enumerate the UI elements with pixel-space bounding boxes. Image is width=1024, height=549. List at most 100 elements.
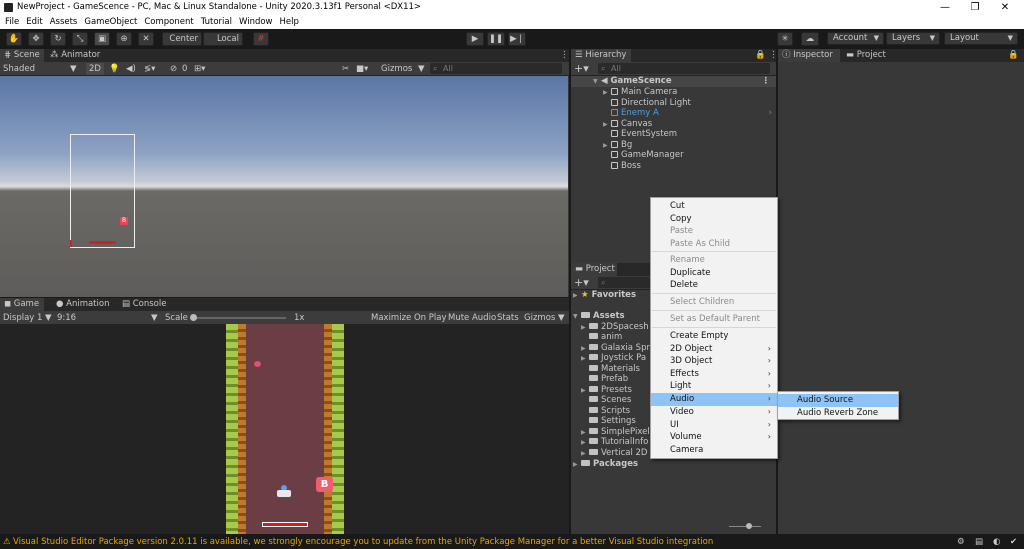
folder-row[interactable]: ▶ Presets [571, 385, 632, 396]
folder-row[interactable]: Scripts [571, 406, 630, 417]
scene-root-row[interactable]: ▼ ◀ GameScence ⋮ [571, 76, 776, 87]
menu-item-create-empty[interactable]: Create Empty [651, 330, 777, 343]
hierarchy-search-input[interactable]: ⌕ All [598, 63, 770, 74]
icon-size-slider-thumb[interactable] [746, 523, 752, 529]
rect-tool-icon[interactable]: ▣ [94, 32, 110, 46]
hierarchy-item[interactable]: EventSystem [571, 129, 677, 140]
menu-window[interactable]: Window [239, 17, 273, 27]
tab-inspector[interactable]: ⓘ Inspector [778, 49, 840, 62]
scene-viewport[interactable]: B [0, 76, 568, 297]
game-gizmos-dropdown[interactable]: Gizmos [524, 312, 555, 324]
kebab-menu-icon[interactable]: ⋮ [762, 76, 771, 87]
account-dropdown[interactable]: Account ▼ [827, 32, 884, 45]
menu-help[interactable]: Help [280, 17, 299, 27]
hierarchy-item[interactable]: GameManager [571, 150, 684, 161]
tab-animation[interactable]: ● Animation [52, 298, 112, 311]
minimize-button[interactable]: — [936, 0, 954, 15]
project-search-input[interactable]: ⌕ [598, 277, 650, 288]
camera-icon[interactable]: ■▾ [356, 63, 368, 75]
close-button[interactable]: ✕ [996, 0, 1014, 15]
play-button[interactable]: ▶ [466, 32, 484, 46]
progress-icon[interactable]: ◐ [993, 535, 1000, 549]
menu-item-audio-reverb-zone[interactable]: Audio Reverb Zone [778, 407, 898, 420]
player-ship-sprite[interactable] [277, 485, 291, 499]
cloud-icon[interactable]: ☁ [801, 32, 819, 46]
aspect-dropdown[interactable]: 9:16 [57, 312, 76, 324]
bug-icon[interactable]: ⚙ [957, 535, 965, 549]
shading-dropdown[interactable]: Shaded [3, 63, 35, 75]
boss-sprite[interactable]: B [120, 217, 128, 225]
favorites-row[interactable]: ▶ ★ Favorites [571, 290, 636, 301]
folder-row[interactable]: ▶ TutorialInfo [571, 437, 648, 448]
health-bar-sprite[interactable] [89, 241, 116, 244]
display-dropdown[interactable]: Display 1 [3, 312, 42, 324]
menu-item-volume[interactable]: Volume › [651, 431, 777, 444]
layers-dropdown[interactable]: Layers ▼ [886, 32, 940, 45]
menu-item-audio[interactable]: Audio › [651, 393, 777, 406]
hidden-objects-icon[interactable]: ⊘ [170, 63, 177, 75]
add-icon[interactable]: +▾ [574, 277, 589, 289]
2d-toggle[interactable]: 2D [86, 63, 104, 75]
kebab-menu-icon[interactable]: ⋮ [765, 49, 778, 62]
menu-item-light[interactable]: Light › [651, 380, 777, 393]
cache-icon[interactable]: ▤ [975, 535, 983, 549]
tab-game[interactable]: ◼ Game [0, 298, 44, 311]
menu-item-duplicate[interactable]: Duplicate [651, 267, 777, 280]
maximize-on-play-toggle[interactable]: Maximize On Play [371, 312, 446, 324]
tab-animator[interactable]: ⁂ Animator [46, 49, 106, 62]
transform-tool-icon[interactable]: ⊕ [116, 32, 132, 46]
custom-tool-icon[interactable]: ✕ [138, 32, 154, 46]
menu-item-copy[interactable]: Copy [651, 213, 777, 226]
scale-slider-thumb[interactable] [190, 314, 197, 321]
lighting-toggle-icon[interactable]: 💡 [109, 63, 120, 75]
status-bar[interactable]: ⚠ Visual Studio Editor Package version 2… [0, 535, 1024, 549]
folder-row[interactable]: Materials [571, 364, 640, 375]
folder-row[interactable]: ▶ Galaxia Spr [571, 343, 650, 354]
folder-row[interactable]: Scenes [571, 395, 631, 406]
hierarchy-item-selected[interactable]: Enemy A › [571, 108, 776, 119]
folder-row[interactable]: ▶ Vertical 2D [571, 448, 647, 459]
hierarchy-item[interactable]: ▶ Bg [571, 140, 632, 151]
assets-row[interactable]: ▼ Assets [571, 311, 625, 322]
kebab-menu-icon[interactable]: ⋮ [556, 49, 569, 62]
pivot-center-button[interactable]: Center [162, 32, 202, 46]
tab-project-right[interactable]: ▬ Project [842, 49, 898, 62]
hand-tool-icon[interactable]: ✋ [6, 32, 22, 46]
tab-project[interactable]: ▬ Project [571, 263, 617, 276]
game-viewport[interactable]: B [226, 324, 344, 534]
menu-item-delete[interactable]: Delete [651, 279, 777, 292]
menu-component[interactable]: Component [144, 17, 193, 27]
scene-search-input[interactable]: ⌕ All [430, 63, 562, 74]
menu-tutorial[interactable]: Tutorial [201, 17, 232, 27]
menu-edit[interactable]: Edit [26, 17, 42, 27]
hierarchy-item[interactable]: ▶ Main Camera [571, 87, 677, 98]
folder-row[interactable]: ▶ Joystick Pa [571, 353, 646, 364]
folder-row[interactable]: Settings [571, 416, 636, 427]
menu-item-cut[interactable]: Cut [651, 200, 777, 213]
icon-size-slider[interactable] [729, 526, 761, 527]
lock-icon[interactable]: 🔒 [1004, 49, 1019, 62]
grid-snap-icon[interactable]: # [253, 32, 269, 46]
lock-icon[interactable]: 🔒 [751, 49, 766, 62]
hierarchy-item[interactable]: Boss [571, 161, 641, 172]
boss-sprite[interactable]: B [316, 477, 333, 492]
menu-item-audio-source[interactable]: Audio Source [778, 394, 898, 407]
pause-button[interactable]: ❚❚ [487, 32, 505, 46]
layout-dropdown[interactable]: Layout ▼ [944, 32, 1018, 45]
rotate-tool-icon[interactable]: ↻ [50, 32, 66, 46]
grid-toggle-icon[interactable]: ⊞▾ [194, 63, 205, 75]
scale-slider[interactable] [191, 317, 286, 319]
folder-row[interactable]: ▶ 2DSpacesh [571, 322, 649, 333]
menu-gameobject[interactable]: GameObject [84, 17, 137, 27]
menu-item-ui[interactable]: UI › [651, 419, 777, 432]
pivot-local-button[interactable]: Local [203, 32, 243, 46]
gizmos-dropdown[interactable]: Gizmos [381, 63, 412, 75]
mute-audio-toggle[interactable]: Mute Audio [448, 312, 496, 324]
tools-icon[interactable]: ✂ [342, 63, 349, 75]
effects-toggle-icon[interactable]: ≶▾ [144, 63, 155, 75]
step-button[interactable]: ▶❘ [508, 32, 526, 46]
stats-toggle[interactable]: Stats [497, 312, 519, 324]
folder-row[interactable]: Prefab [571, 374, 628, 385]
tab-scene[interactable]: ⋕ Scene [0, 49, 44, 62]
menu-item-camera[interactable]: Camera [651, 444, 777, 457]
